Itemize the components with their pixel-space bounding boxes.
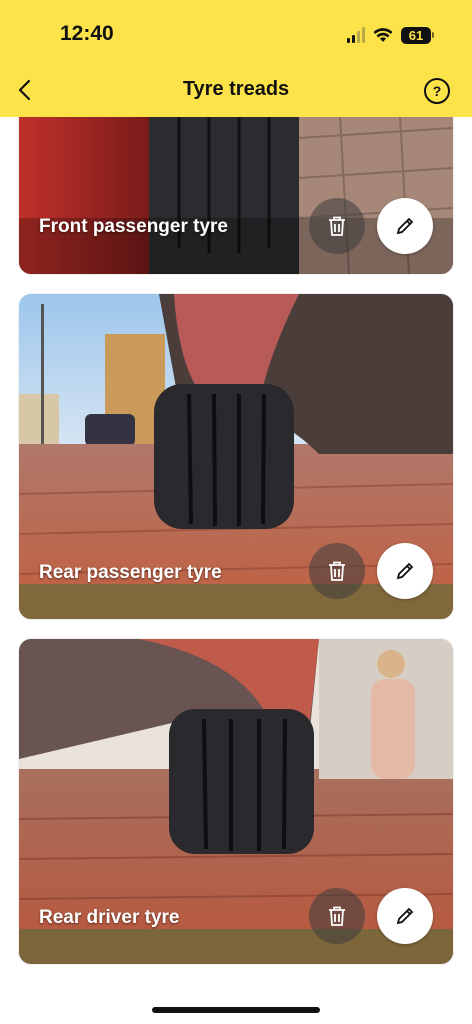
battery-level: 61 (401, 26, 431, 44)
edit-button[interactable] (377, 543, 433, 599)
tyre-label: Front passenger tyre (39, 216, 228, 237)
status-icons: 61 (347, 24, 434, 46)
trash-icon (329, 561, 345, 581)
signal-icon (347, 27, 365, 43)
app-header: 12:40 61 Tyre treads ? (0, 0, 472, 117)
status-time: 12:40 (60, 22, 114, 45)
trash-icon (329, 906, 345, 926)
pencil-icon (396, 562, 414, 580)
tyre-label: Rear passenger tyre (39, 562, 222, 583)
tyre-card-rear-driver[interactable]: Rear driver tyre (19, 639, 453, 964)
delete-button[interactable] (309, 198, 365, 254)
trash-icon (329, 216, 345, 236)
delete-button[interactable] (309, 543, 365, 599)
battery-icon: 61 (401, 26, 434, 44)
home-indicator[interactable] (152, 1007, 320, 1013)
question-circle-icon: ? (432, 83, 442, 99)
page-title: Tyre treads (182, 78, 290, 100)
tyre-card-rear-passenger[interactable]: Rear passenger tyre (19, 294, 453, 619)
delete-button[interactable] (309, 888, 365, 944)
pencil-icon (396, 217, 414, 235)
wifi-icon (373, 28, 393, 42)
tyre-card-front-passenger[interactable]: Front passenger tyre (19, 98, 453, 274)
help-button[interactable]: ? (424, 78, 450, 104)
pencil-icon (396, 907, 414, 925)
edit-button[interactable] (377, 888, 433, 944)
edit-button[interactable] (377, 198, 433, 254)
tyre-label: Rear driver tyre (39, 907, 180, 928)
